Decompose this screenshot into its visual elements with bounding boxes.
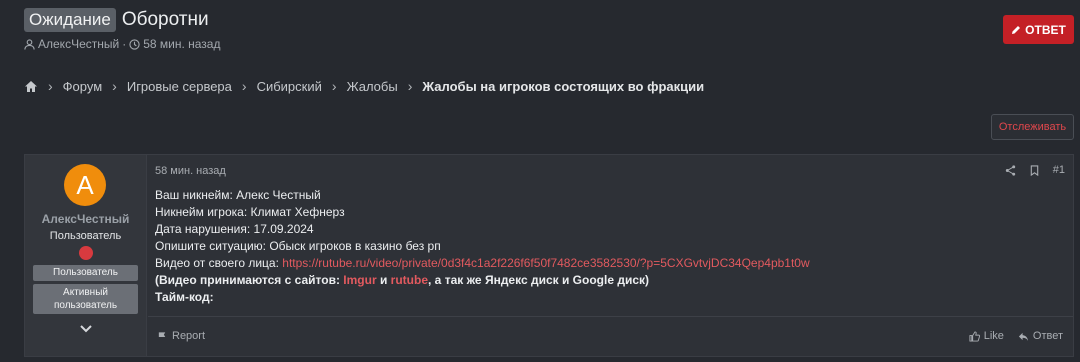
reply-button[interactable]: ОТВЕТ bbox=[1003, 15, 1074, 44]
user-tag: Активный пользователь bbox=[33, 284, 138, 314]
post-time[interactable]: 58 мин. назад bbox=[155, 165, 226, 177]
home-icon[interactable] bbox=[24, 80, 38, 93]
video-link[interactable]: https://rutube.ru/video/private/0d3f4c1a… bbox=[282, 256, 809, 270]
sites-and: и bbox=[376, 273, 391, 287]
imgur-link[interactable]: Imgur bbox=[343, 273, 376, 287]
breadcrumb-item[interactable]: Жалобы bbox=[347, 79, 398, 94]
post-line: Тайм-код: bbox=[155, 290, 214, 304]
post-user-panel: А АлексЧестный Пользователь Пользователь… bbox=[25, 155, 147, 356]
post-line: Видео от своего лица: https://rutube.ru/… bbox=[155, 255, 810, 272]
sites-text: (Видео принимаются с сайтов: bbox=[155, 273, 344, 287]
report-label: Report bbox=[172, 330, 206, 342]
status-badge: Ожидание bbox=[24, 8, 116, 32]
post-number[interactable]: #1 bbox=[1053, 164, 1065, 176]
post-actions: Like Ответ bbox=[969, 330, 1063, 342]
post-line: Никнейм игрока: Климат Хефнерз bbox=[155, 205, 345, 219]
report-button[interactable]: Report bbox=[157, 330, 205, 342]
chevron-down-icon[interactable] bbox=[78, 322, 94, 336]
post-line: Опишите ситуацию: Обыск игроков в казино… bbox=[155, 239, 441, 253]
chevron-right-icon: › bbox=[112, 78, 117, 94]
chevron-right-icon: › bbox=[241, 78, 247, 94]
like-button[interactable]: Like bbox=[969, 330, 1004, 342]
clock-icon bbox=[129, 38, 140, 50]
post-line: Ваш никнейм: Алекс Честный bbox=[155, 188, 321, 202]
pencil-icon bbox=[1012, 25, 1021, 34]
user-icon bbox=[24, 38, 35, 50]
post-body: Ваш никнейм: Алекс Честный Никнейм игрок… bbox=[155, 187, 810, 306]
reply-quote-button[interactable]: Ответ bbox=[1018, 330, 1063, 342]
user-role: Пользователь bbox=[49, 230, 122, 242]
video-label: Видео от своего лица: bbox=[155, 256, 283, 270]
chevron-right-icon: › bbox=[331, 78, 337, 94]
post-line: Дата нарушения: 17.09.2024 bbox=[155, 222, 314, 236]
thread-title: Оборотни bbox=[121, 9, 209, 30]
breadcrumb-current[interactable]: Жалобы на игроков состоящих во фракции bbox=[422, 79, 704, 94]
thread-time[interactable]: 58 мин. назад bbox=[143, 37, 220, 51]
post: А АлексЧестный Пользователь Пользователь… bbox=[24, 154, 1074, 357]
role-badge-icon bbox=[79, 246, 93, 260]
thumbs-up-icon bbox=[969, 330, 980, 342]
reply-quote-label: Ответ bbox=[1032, 330, 1063, 342]
breadcrumb-item[interactable]: Игровые сервера bbox=[127, 79, 232, 94]
breadcrumb-item[interactable]: Форум bbox=[63, 79, 103, 94]
user-tag: Пользователь bbox=[33, 265, 138, 281]
thread-header: Ожидание Оборотни bbox=[24, 8, 209, 32]
like-label: Like bbox=[983, 330, 1004, 342]
post-tools: #1 bbox=[1005, 164, 1065, 176]
breadcrumb-item[interactable]: Сибирский bbox=[257, 79, 322, 94]
avatar[interactable]: А bbox=[64, 164, 106, 206]
watch-button[interactable]: Отслеживать bbox=[991, 114, 1074, 140]
reply-button-label: ОТВЕТ bbox=[1025, 22, 1066, 37]
sites-text-end: , а так же Яндекс диск и Google диск) bbox=[428, 273, 650, 287]
post-line: (Видео принимаются с сайтов: Imgur и rut… bbox=[155, 272, 810, 289]
bookmark-icon[interactable] bbox=[1029, 164, 1040, 176]
chevron-right-icon: › bbox=[48, 78, 53, 94]
thread-author-link[interactable]: АлексЧестный bbox=[38, 37, 119, 51]
post-message: 58 мин. назад #1 Ваш никнейм: Алекс Чест… bbox=[148, 155, 1073, 356]
reply-icon bbox=[1018, 332, 1028, 341]
post-footer: Report Like Ответ bbox=[148, 316, 1073, 356]
share-icon[interactable] bbox=[1005, 164, 1016, 176]
breadcrumb: › Форум › Игровые сервера › Сибирский › … bbox=[24, 78, 704, 94]
meta-separator: · bbox=[122, 37, 127, 51]
post-username[interactable]: АлексЧестный bbox=[25, 212, 146, 226]
flag-icon bbox=[158, 331, 166, 341]
chevron-right-icon: › bbox=[407, 78, 413, 94]
thread-meta: АлексЧестный · 58 мин. назад bbox=[24, 37, 220, 51]
rutube-link[interactable]: rutube bbox=[391, 273, 428, 287]
